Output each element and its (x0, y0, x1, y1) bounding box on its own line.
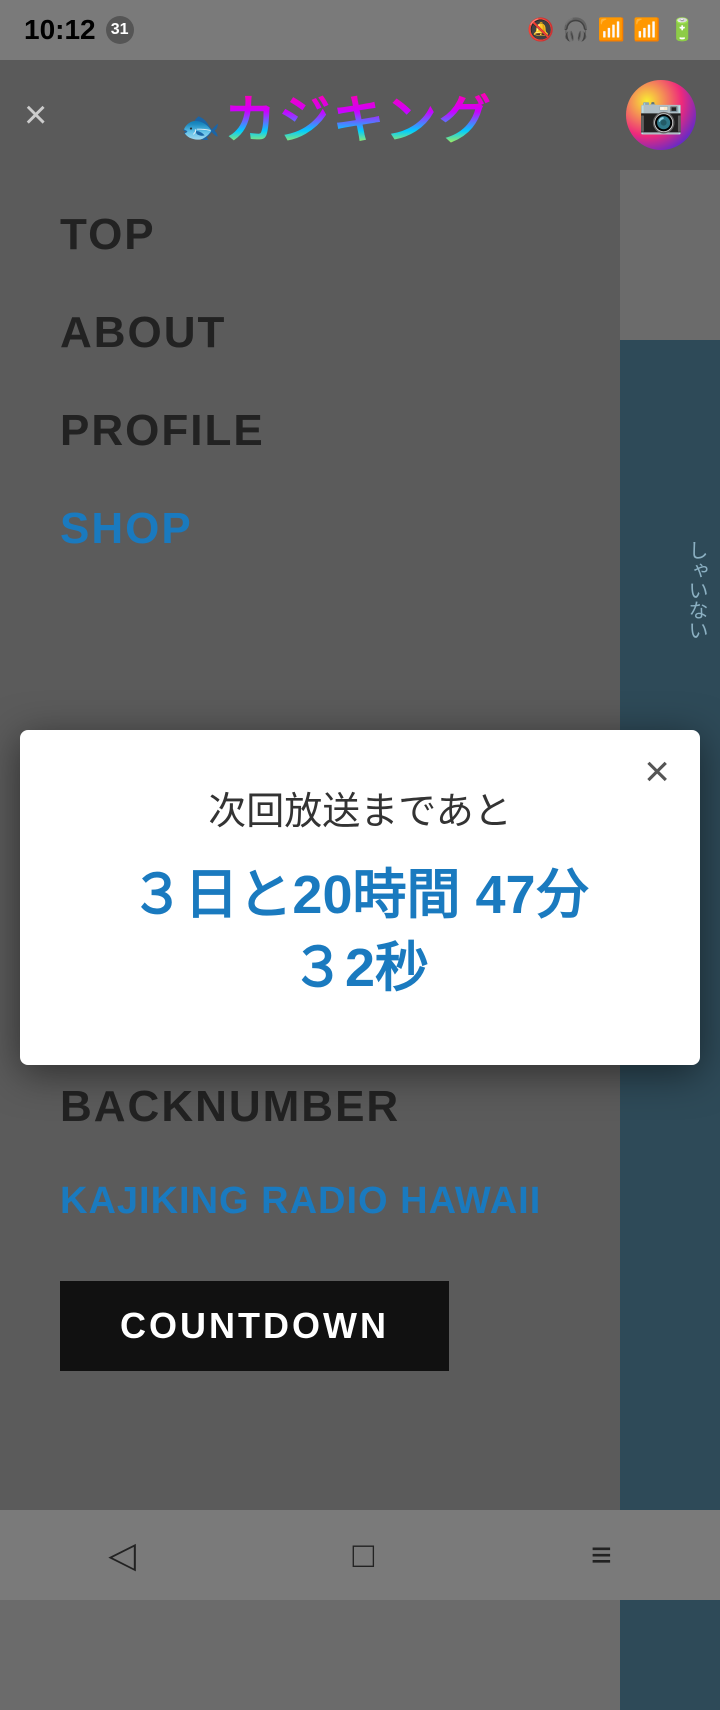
menu-item-profile[interactable]: PROFILE (60, 406, 560, 456)
battery-icon: 🔋 (669, 17, 696, 43)
menu-item-top[interactable]: TOP (60, 210, 560, 260)
header-close-button[interactable]: × (24, 93, 47, 138)
menu-item-backnumber[interactable]: BACKNUMBER (60, 1082, 560, 1132)
bottom-navigation: ◁ □ ≡ (0, 1510, 720, 1600)
back-button[interactable]: ◁ (108, 1534, 136, 1576)
menu-item-about[interactable]: ABOUT (60, 308, 560, 358)
modal-dialog: × 次回放送まであと ３日と20時間 47分３2秒 (20, 730, 700, 1065)
status-time: 10:12 (24, 14, 96, 46)
notification-badge: 31 (106, 16, 134, 44)
signal-icon: 📶 (633, 17, 660, 43)
menu-item-radio[interactable]: KAJIKING RADIO HAWAII (60, 1180, 560, 1223)
modal-close-button[interactable]: × (644, 750, 670, 794)
modal-countdown: ３日と20時間 47分３2秒 (60, 859, 660, 1005)
status-icons: 🔕 🎧 📶 📶 🔋 (527, 17, 696, 43)
menu-button[interactable]: ≡ (591, 1534, 612, 1576)
app-header: × 🐟カジキング 📷 (0, 60, 720, 170)
mute-icon: 🔕 (527, 17, 554, 43)
countdown-button[interactable]: COUNTDOWN (60, 1281, 449, 1371)
logo-fish-icon: 🐟 (181, 108, 221, 146)
status-bar: 10:12 31 🔕 🎧 📶 📶 🔋 (0, 0, 720, 60)
menu-item-shop[interactable]: SHOP (60, 504, 560, 554)
instagram-icon: 📷 (639, 94, 684, 136)
wifi-icon: 📶 (598, 17, 625, 43)
bluetooth-icon: 🎧 (562, 17, 589, 43)
home-button[interactable]: □ (352, 1534, 374, 1576)
modal-subtitle: 次回放送まであと (60, 780, 660, 835)
instagram-button[interactable]: 📷 (626, 80, 696, 150)
right-edge-text: しゃいない (680, 540, 712, 640)
header-logo: 🐟カジキング (47, 78, 626, 153)
logo-text: カジキング (224, 92, 492, 150)
